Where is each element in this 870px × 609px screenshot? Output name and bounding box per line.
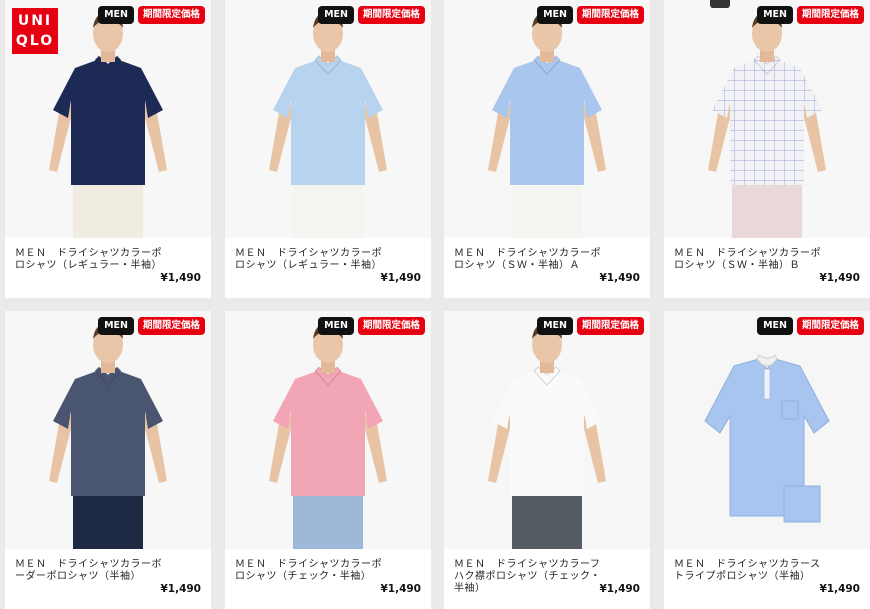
logo-text-line2: QLO [15,33,55,49]
product-info: ＭＥＮ ドライシャツカラーポロシャツ（ＳＷ・半袖）Ｂ ¥1,490 [664,238,870,298]
men-badge: MEN [98,6,134,24]
limited-price-badge: 期間限定価格 [137,317,205,335]
product-card[interactable]: MEN 期間限定価格 ＭＥＮ ドライシャツカラーフハク襟ポロシャツ（チェック・半袖… [444,311,650,609]
product-image[interactable] [444,0,650,238]
product-card[interactable]: MEN 期間限定価格 ＭＥＮ ドライシャツカラーボーダーポロシャツ（半袖） ¥1,… [5,311,211,609]
product-name[interactable]: ＭＥＮ ドライシャツカラーポロシャツ（ＳＷ・半袖）Ｂ [674,248,824,272]
men-badge: MEN [757,6,793,24]
product-name[interactable]: ＭＥＮ ドライシャツカラーストライプポロシャツ（半袖） [674,559,824,583]
product-card[interactable]: MEN 期間限定価格 ＭＥＮ ドライシャツカラーポロシャツ（ＳＷ・半袖）Ｂ ¥1,… [664,0,870,298]
limited-price-badge: 期間限定価格 [796,317,864,335]
product-card[interactable]: MEN 期間限定価格 ＭＥＮ ドライシャツカラーポロシャツ（チェック・半袖） ¥1… [225,311,431,609]
product-info: ＭＥＮ ドライシャツカラーポロシャツ（チェック・半袖） ¥1,490 [225,549,431,609]
limited-price-badge: 期間限定価格 [576,6,644,24]
uniqlo-logo[interactable]: UNI QLO [12,8,58,54]
badge-group: MEN 期間限定価格 [98,317,205,335]
product-name[interactable]: ＭＥＮ ドライシャツカラーポロシャツ（ＳＷ・半袖）Ａ [454,248,604,272]
product-card[interactable]: MEN 期間限定価格 ＭＥＮ ドライシャツカラーポロシャツ（ＳＷ・半袖）Ａ ¥1,… [444,0,650,298]
product-name[interactable]: ＭＥＮ ドライシャツカラーポロシャツ（チェック・半袖） [235,559,385,583]
product-image[interactable] [5,311,211,549]
product-image[interactable] [225,0,431,238]
product-price: ¥1,490 [599,272,640,284]
product-info: ＭＥＮ ドライシャツカラーフハク襟ポロシャツ（チェック・半袖） ¥1,490 [444,549,650,609]
men-badge: MEN [537,317,573,335]
product-name[interactable]: ＭＥＮ ドライシャツカラーフハク襟ポロシャツ（チェック・半袖） [454,559,604,595]
limited-price-badge: 期間限定価格 [357,317,425,335]
product-image[interactable] [444,311,650,549]
logo-text-line1: UNI [17,13,53,29]
search-icon[interactable] [710,0,730,8]
product-card[interactable]: MEN 期間限定価格 ＭＥＮ ドライシャツカラーポロシャツ（レギュラー・半袖） ¥… [225,0,431,298]
product-image[interactable] [664,0,870,238]
limited-price-badge: 期間限定価格 [796,6,864,24]
product-info: ＭＥＮ ドライシャツカラーボーダーポロシャツ（半袖） ¥1,490 [5,549,211,609]
men-badge: MEN [537,6,573,24]
men-badge: MEN [318,317,354,335]
men-badge: MEN [757,317,793,335]
product-price: ¥1,490 [160,272,201,284]
badge-group: MEN 期間限定価格 [98,6,205,24]
product-price: ¥1,490 [599,583,640,595]
product-name[interactable]: ＭＥＮ ドライシャツカラーポロシャツ（レギュラー・半袖） [235,248,385,272]
limited-price-badge: 期間限定価格 [576,317,644,335]
men-badge: MEN [98,317,134,335]
badge-group: MEN 期間限定価格 [757,317,864,335]
product-price: ¥1,490 [819,272,860,284]
product-image[interactable] [225,311,431,549]
product-name[interactable]: ＭＥＮ ドライシャツカラーポロシャツ（レギュラー・半袖） [15,248,165,272]
product-info: ＭＥＮ ドライシャツカラーポロシャツ（レギュラー・半袖） ¥1,490 [225,238,431,298]
product-info: ＭＥＮ ドライシャツカラーストライプポロシャツ（半袖） ¥1,490 [664,549,870,609]
badge-group: MEN 期間限定価格 [318,317,425,335]
product-price: ¥1,490 [819,583,860,595]
product-info: ＭＥＮ ドライシャツカラーポロシャツ（レギュラー・半袖） ¥1,490 [5,238,211,298]
product-info: ＭＥＮ ドライシャツカラーポロシャツ（ＳＷ・半袖）Ａ ¥1,490 [444,238,650,298]
product-card[interactable]: MEN 期間限定価格 ＭＥＮ ドライシャツカラーストライプポロシャツ（半袖） ¥1… [664,311,870,609]
badge-group: MEN 期間限定価格 [318,6,425,24]
limited-price-badge: 期間限定価格 [357,6,425,24]
product-name[interactable]: ＭＥＮ ドライシャツカラーボーダーポロシャツ（半袖） [15,559,165,583]
product-price: ¥1,490 [380,583,421,595]
limited-price-badge: 期間限定価格 [137,6,205,24]
product-price: ¥1,490 [160,583,201,595]
badge-group: MEN 期間限定価格 [537,317,644,335]
product-price: ¥1,490 [380,272,421,284]
men-badge: MEN [318,6,354,24]
badge-group: MEN 期間限定価格 [537,6,644,24]
badge-group: MEN 期間限定価格 [757,6,864,24]
product-image[interactable] [664,311,870,549]
